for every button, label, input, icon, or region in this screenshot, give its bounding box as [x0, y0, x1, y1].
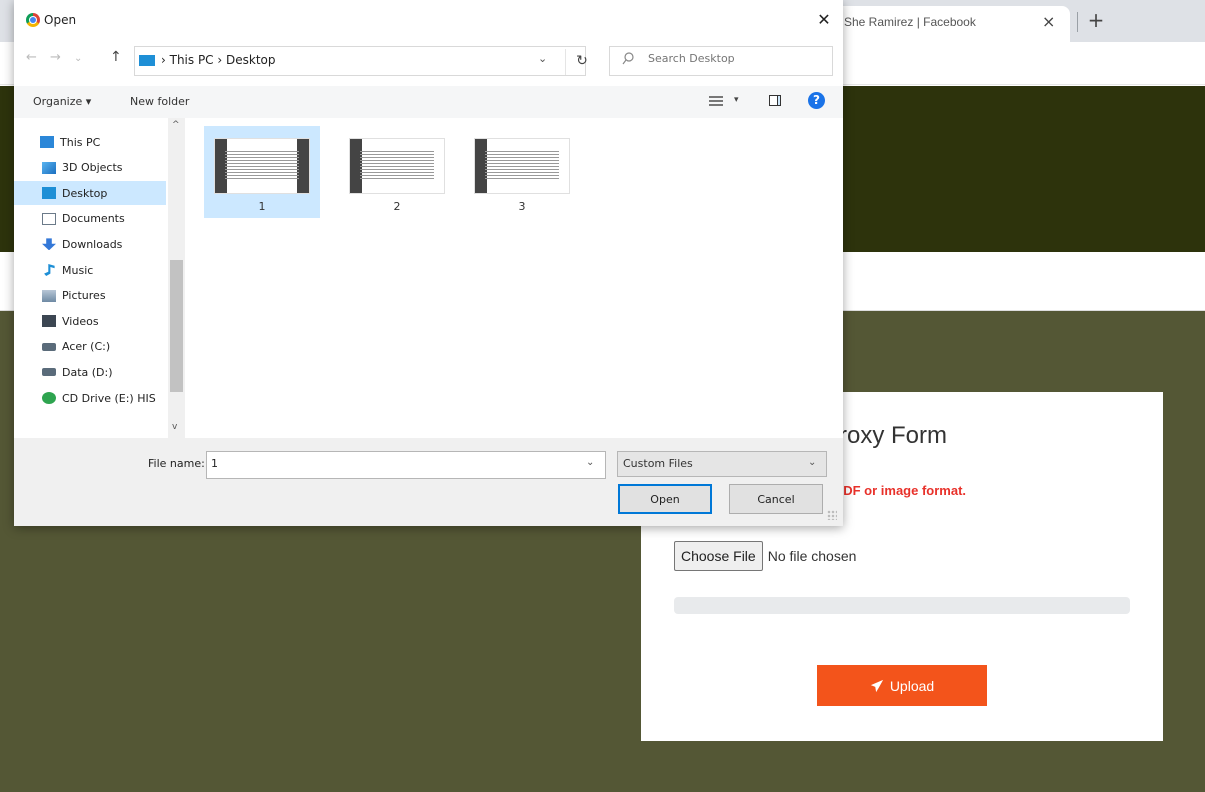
- documents-icon: [42, 212, 56, 225]
- sidebar-item-3d-objects[interactable]: 3D Objects: [14, 156, 166, 180]
- sidebar-item-this-pc[interactable]: This PC: [14, 130, 166, 154]
- sidebar-item-label: Documents: [62, 212, 125, 226]
- search-box[interactable]: [609, 46, 833, 76]
- file-name: 2: [393, 200, 401, 213]
- file-name-label: File name:: [148, 457, 205, 470]
- chevron-down-icon[interactable]: ▾: [734, 95, 739, 105]
- file-name-combobox[interactable]: ⌄: [206, 451, 606, 479]
- scroll-down-icon[interactable]: v: [172, 422, 177, 432]
- file-item[interactable]: 2: [339, 126, 455, 218]
- file-list-pane: 1 2 3: [189, 118, 843, 438]
- refresh-icon[interactable]: ↻: [565, 49, 592, 75]
- file-type-value: Custom Files: [623, 457, 693, 470]
- upload-label: Upload: [889, 677, 935, 694]
- downloads-icon: [42, 238, 56, 251]
- navigation-pane: This PC 3D Objects Desktop Documents Downloa…: [14, 118, 189, 438]
- videos-icon: [42, 315, 56, 328]
- sidebar-item-label: Pictures: [62, 289, 106, 303]
- sidebar-item-label: Downloads: [62, 237, 123, 251]
- form-format-note: n PDF or image format.: [823, 483, 967, 498]
- sidebar-item-label: Desktop: [62, 186, 108, 200]
- sidebar-item-desktop[interactable]: Desktop: [14, 181, 166, 206]
- close-icon[interactable]: ✕: [812, 8, 836, 32]
- sidebar-item-data-d[interactable]: Data (D:): [14, 360, 166, 384]
- sidebar-item-label: Acer (C:): [62, 340, 111, 354]
- search-input[interactable]: [648, 52, 818, 65]
- new-folder-button[interactable]: New folder: [130, 95, 189, 108]
- chevron-down-icon[interactable]: ⌄: [586, 457, 594, 468]
- resize-grip-icon[interactable]: [827, 510, 837, 520]
- search-icon: [622, 52, 634, 65]
- new-tab-icon[interactable]: +: [1084, 8, 1108, 32]
- nav-scroll-thumb[interactable]: [170, 260, 183, 392]
- sidebar-item-label: Music: [62, 263, 94, 277]
- sidebar-item-label: 3D Objects: [62, 161, 123, 175]
- this-pc-icon: [139, 55, 155, 66]
- sidebar-item-label: Data (D:): [62, 365, 113, 379]
- document-thumbnail-icon: [474, 138, 570, 194]
- help-icon[interactable]: ?: [808, 92, 825, 109]
- tab-separator: [1077, 12, 1078, 32]
- upload-button[interactable]: Upload: [817, 665, 987, 706]
- path-address-bar[interactable]: › This PC › Desktop ⌄ ↻: [134, 46, 588, 76]
- upload-progress-bar: [674, 597, 1130, 614]
- open-file-dialog: Open ✕ ← → ⌄ ↑ › This PC › Desktop ⌄ ↻ O…: [14, 0, 843, 526]
- document-thumbnail-icon: [349, 138, 445, 194]
- file-name: 3: [518, 200, 526, 213]
- scroll-up-icon[interactable]: ^: [172, 120, 180, 130]
- up-arrow-icon[interactable]: ↑: [110, 49, 122, 65]
- sidebar-item-label: This PC: [60, 135, 101, 149]
- file-name-input[interactable]: [211, 457, 571, 470]
- sidebar-item-videos[interactable]: Videos: [14, 309, 166, 333]
- preview-pane-icon[interactable]: [769, 95, 781, 106]
- drive-icon: [42, 368, 56, 377]
- dialog-bottom-bar: File name: ⌄ Custom Files ⌄ Open Cancel: [14, 438, 843, 526]
- file-input-row: Choose File No file chosen: [674, 541, 856, 571]
- file-name: 1: [258, 200, 266, 213]
- chevron-down-icon[interactable]: ⌄: [808, 457, 816, 468]
- breadcrumb[interactable]: › This PC › Desktop: [161, 53, 275, 67]
- sidebar-item-music[interactable]: Music: [14, 258, 166, 282]
- cancel-button[interactable]: Cancel: [729, 484, 823, 514]
- choose-file-button[interactable]: Choose File: [674, 541, 763, 571]
- dialog-nav-row: ← → ⌄ ↑ › This PC › Desktop ⌄ ↻: [14, 44, 843, 76]
- drive-icon: [42, 342, 56, 351]
- view-options-icon[interactable]: [709, 96, 723, 106]
- dialog-title: Open: [44, 13, 77, 27]
- forward-arrow-icon[interactable]: →: [50, 50, 61, 65]
- sidebar-item-pictures[interactable]: Pictures: [14, 284, 166, 308]
- file-item[interactable]: 3: [464, 126, 580, 218]
- file-status: No file chosen: [767, 548, 857, 564]
- cd-drive-icon: [42, 392, 56, 404]
- chrome-icon: [26, 13, 40, 27]
- sidebar-item-downloads[interactable]: Downloads: [14, 232, 166, 256]
- organize-button[interactable]: Organize ▾: [33, 95, 91, 108]
- chevron-down-icon[interactable]: ⌄: [538, 52, 547, 65]
- sidebar-item-cd-drive-e-his[interactable]: CD Drive (E:) HIS: [14, 386, 166, 410]
- file-item[interactable]: 1: [204, 126, 320, 218]
- tab-close-icon[interactable]: ×: [1042, 12, 1055, 31]
- desktop-icon: [42, 187, 56, 200]
- pc-icon: [40, 136, 54, 148]
- dialog-titlebar[interactable]: Open ✕: [14, 0, 843, 40]
- nav-scrollbar[interactable]: ^ v: [168, 118, 185, 438]
- back-arrow-icon[interactable]: ←: [26, 50, 37, 65]
- file-type-select[interactable]: Custom Files ⌄: [617, 451, 827, 477]
- dialog-toolbar: Organize ▾ New folder ▾ ?: [14, 86, 843, 118]
- sidebar-item-acer-c[interactable]: Acer (C:): [14, 335, 166, 359]
- browser-tab[interactable]: She Ramirez | Facebook ×: [830, 6, 1070, 42]
- open-button[interactable]: Open: [618, 484, 712, 514]
- recent-locations-chevron-icon[interactable]: ⌄: [74, 53, 82, 64]
- sidebar-item-label: CD Drive (E:) HIS: [62, 391, 156, 405]
- sidebar-item-label: Videos: [62, 314, 99, 328]
- send-icon: [870, 679, 883, 692]
- 3d-objects-icon: [42, 161, 56, 174]
- tab-title: She Ramirez | Facebook: [844, 15, 976, 29]
- pictures-icon: [42, 289, 56, 302]
- document-thumbnail-icon: [214, 138, 310, 194]
- music-icon: [44, 264, 55, 276]
- sidebar-item-documents[interactable]: Documents: [14, 207, 166, 231]
